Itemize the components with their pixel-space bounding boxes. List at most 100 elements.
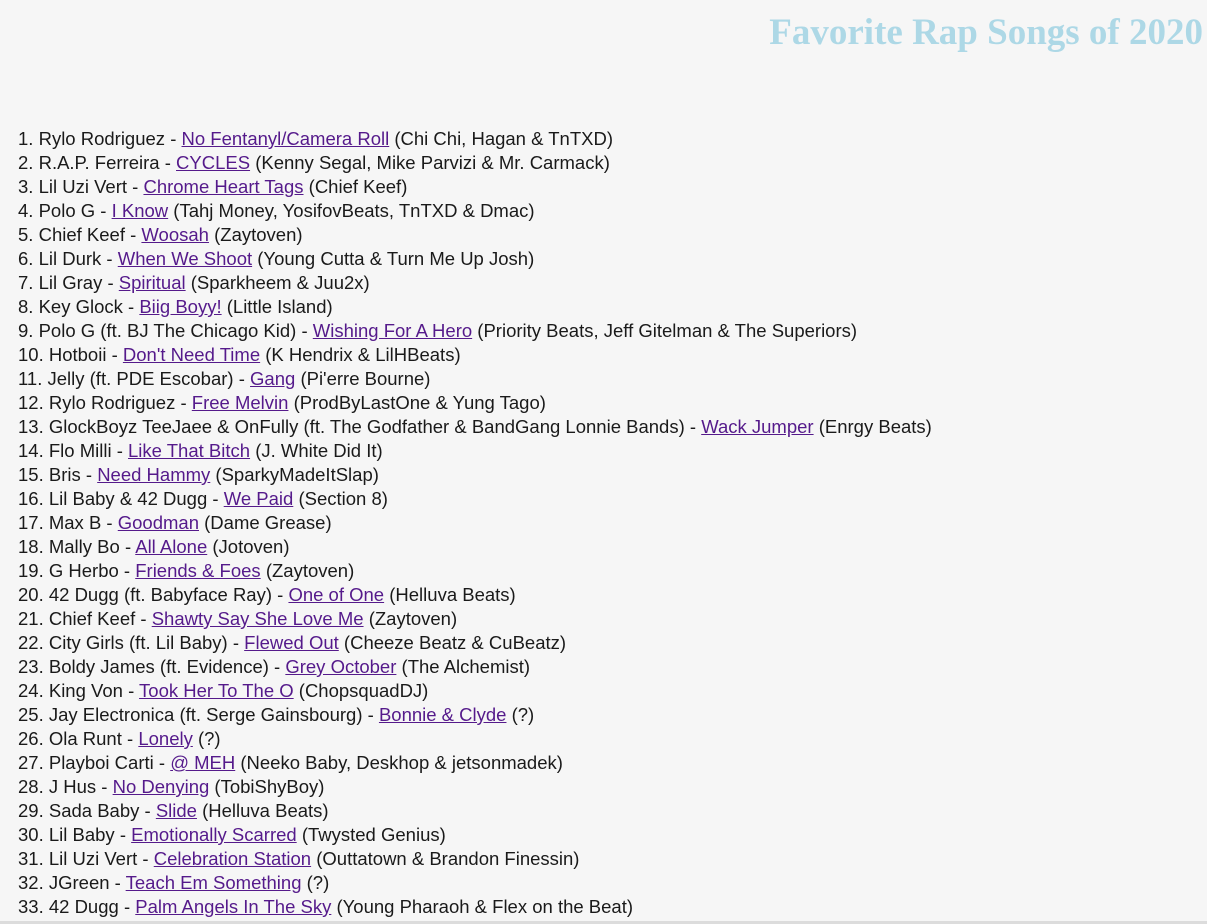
song-title-link[interactable]: Slide bbox=[156, 800, 197, 821]
song-title-link[interactable]: Lonely bbox=[138, 728, 193, 749]
song-title-link[interactable]: Friends & Foes bbox=[135, 560, 260, 581]
song-artist: R.A.P. Ferreira bbox=[38, 152, 160, 173]
song-title-link[interactable]: Shawty Say She Love Me bbox=[152, 608, 364, 629]
song-artist: 42 Dugg (ft. Babyface Ray) bbox=[48, 584, 272, 605]
song-title-link[interactable]: Wishing For A Hero bbox=[313, 320, 472, 341]
song-title-link[interactable]: Bonnie & Clyde bbox=[379, 704, 507, 725]
song-artist: Key Glock bbox=[38, 296, 123, 317]
song-list-item: 3. Lil Uzi Vert - Chrome Heart Tags (Chi… bbox=[18, 176, 408, 197]
song-title-link[interactable]: @ MEH bbox=[170, 752, 235, 773]
song-title-link[interactable]: Wack Jumper bbox=[701, 416, 813, 437]
song-title-link[interactable]: Goodman bbox=[118, 512, 199, 533]
song-artist: Polo G (ft. BJ The Chicago Kid) bbox=[38, 320, 297, 341]
song-list-item: 32. JGreen - Teach Em Something (?) bbox=[18, 872, 330, 893]
song-artist: J Hus bbox=[48, 776, 97, 797]
song-number: 6. bbox=[18, 248, 34, 269]
song-number: 17. bbox=[18, 512, 44, 533]
song-list-item: 2. R.A.P. Ferreira - CYCLES (Kenny Segal… bbox=[18, 152, 610, 173]
song-producers: (The Alchemist) bbox=[401, 656, 531, 677]
song-number: 12. bbox=[18, 392, 44, 413]
song-list-item: 27. Playboi Carti - @ MEH (Neeko Baby, D… bbox=[18, 752, 563, 773]
song-title-link[interactable]: No Fentanyl/Camera Roll bbox=[182, 128, 390, 149]
song-title-link[interactable]: Teach Em Something bbox=[126, 872, 302, 893]
song-artist: King Von bbox=[48, 680, 123, 701]
song-producers: (Little Island) bbox=[226, 296, 333, 317]
song-title-link[interactable]: Need Hammy bbox=[97, 464, 210, 485]
song-artist: 42 Dugg bbox=[48, 896, 119, 917]
song-number: 2. bbox=[18, 152, 34, 173]
song-title-link[interactable]: Gang bbox=[250, 368, 295, 389]
song-artist: Lil Gray bbox=[38, 272, 103, 293]
page-title: Favorite Rap Songs of 2020 bbox=[769, 12, 1203, 53]
song-producers: (Jotoven) bbox=[212, 536, 290, 557]
song-title-link[interactable]: Free Melvin bbox=[192, 392, 289, 413]
song-producers: (?) bbox=[306, 872, 330, 893]
song-number: 19. bbox=[18, 560, 44, 581]
song-list-item: 9. Polo G (ft. BJ The Chicago Kid) - Wis… bbox=[18, 320, 858, 341]
song-artist: Polo G bbox=[38, 200, 96, 221]
song-producers: (J. White Did It) bbox=[255, 440, 383, 461]
song-title-link[interactable]: Emotionally Scarred bbox=[131, 824, 297, 845]
song-title-link[interactable]: Like That Bitch bbox=[128, 440, 250, 461]
song-number: 26. bbox=[18, 728, 44, 749]
song-producers: (Priority Beats, Jeff Gitelman & The Sup… bbox=[477, 320, 858, 341]
song-number: 23. bbox=[18, 656, 44, 677]
song-number: 9. bbox=[18, 320, 34, 341]
song-title-link[interactable]: Grey October bbox=[285, 656, 396, 677]
song-number: 30. bbox=[18, 824, 44, 845]
song-title-link[interactable]: Woosah bbox=[141, 224, 209, 245]
song-title-link[interactable]: No Denying bbox=[113, 776, 210, 797]
song-number: 11. bbox=[18, 368, 43, 389]
song-number: 33. bbox=[18, 896, 44, 917]
song-producers: (Dame Grease) bbox=[204, 512, 332, 533]
song-title-link[interactable]: One of One bbox=[288, 584, 384, 605]
song-artist: Lil Baby & 42 Dugg bbox=[48, 488, 208, 509]
song-number: 20. bbox=[18, 584, 44, 605]
song-producers: (ProdByLastOne & Yung Tago) bbox=[293, 392, 546, 413]
song-producers: (SparkyMadeItSlap) bbox=[215, 464, 379, 485]
song-title-link[interactable]: I Know bbox=[112, 200, 169, 221]
song-title-link[interactable]: Spiritual bbox=[119, 272, 186, 293]
song-number: 27. bbox=[18, 752, 44, 773]
song-producers: (Zaytoven) bbox=[214, 224, 303, 245]
song-artist: Sada Baby bbox=[48, 800, 140, 821]
song-title-link[interactable]: Took Her To The O bbox=[139, 680, 294, 701]
song-number: 5. bbox=[18, 224, 34, 245]
song-artist: Mally Bo bbox=[48, 536, 120, 557]
song-title-link[interactable]: Flewed Out bbox=[244, 632, 339, 653]
song-producers: (Zaytoven) bbox=[265, 560, 355, 581]
song-title-link[interactable]: Celebration Station bbox=[154, 848, 311, 869]
song-number: 7. bbox=[18, 272, 34, 293]
song-number: 4. bbox=[18, 200, 34, 221]
song-artist: Hotboii bbox=[48, 344, 107, 365]
song-list-item: 8. Key Glock - Biig Boyy! (Little Island… bbox=[18, 296, 333, 317]
song-producers: (Chi Chi, Hagan & TnTXD) bbox=[394, 128, 614, 149]
song-list-item: 29. Sada Baby - Slide (Helluva Beats) bbox=[18, 800, 329, 821]
song-title-link[interactable]: Biig Boyy! bbox=[139, 296, 221, 317]
song-artist: Bris bbox=[48, 464, 81, 485]
song-number: 10. bbox=[18, 344, 44, 365]
song-title-link[interactable]: CYCLES bbox=[176, 152, 250, 173]
song-list-item: 22. City Girls (ft. Lil Baby) - Flewed O… bbox=[18, 632, 567, 653]
song-list-item: 23. Boldy James (ft. Evidence) - Grey Oc… bbox=[18, 656, 531, 677]
song-title-link[interactable]: We Paid bbox=[224, 488, 294, 509]
song-producers: (Tahj Money, YosifovBeats, TnTXD & Dmac) bbox=[173, 200, 535, 221]
song-artist: Rylo Rodriguez bbox=[38, 128, 166, 149]
song-producers: (Section 8) bbox=[298, 488, 388, 509]
song-number: 28. bbox=[18, 776, 44, 797]
song-artist: Lil Durk bbox=[38, 248, 102, 269]
song-list-item: 13. GlockBoyz TeeJaee & OnFully (ft. The… bbox=[18, 416, 932, 437]
song-producers: (Helluva Beats) bbox=[202, 800, 329, 821]
song-artist: Jelly (ft. PDE Escobar) bbox=[47, 368, 234, 389]
song-producers: (Neeko Baby, Deskhop & jetsonmadek) bbox=[240, 752, 563, 773]
song-list-item: 26. Ola Runt - Lonely (?) bbox=[18, 728, 221, 749]
song-number: 22. bbox=[18, 632, 44, 653]
song-list: 1. Rylo Rodriguez - No Fentanyl/Camera R… bbox=[18, 127, 932, 919]
song-title-link[interactable]: When We Shoot bbox=[118, 248, 252, 269]
song-title-link[interactable]: Palm Angels In The Sky bbox=[135, 896, 331, 917]
song-title-link[interactable]: All Alone bbox=[135, 536, 207, 557]
song-title-link[interactable]: Don't Need Time bbox=[123, 344, 260, 365]
song-title-link[interactable]: Chrome Heart Tags bbox=[143, 176, 303, 197]
song-producers: (TobiShyBoy) bbox=[214, 776, 325, 797]
song-number: 21. bbox=[18, 608, 44, 629]
